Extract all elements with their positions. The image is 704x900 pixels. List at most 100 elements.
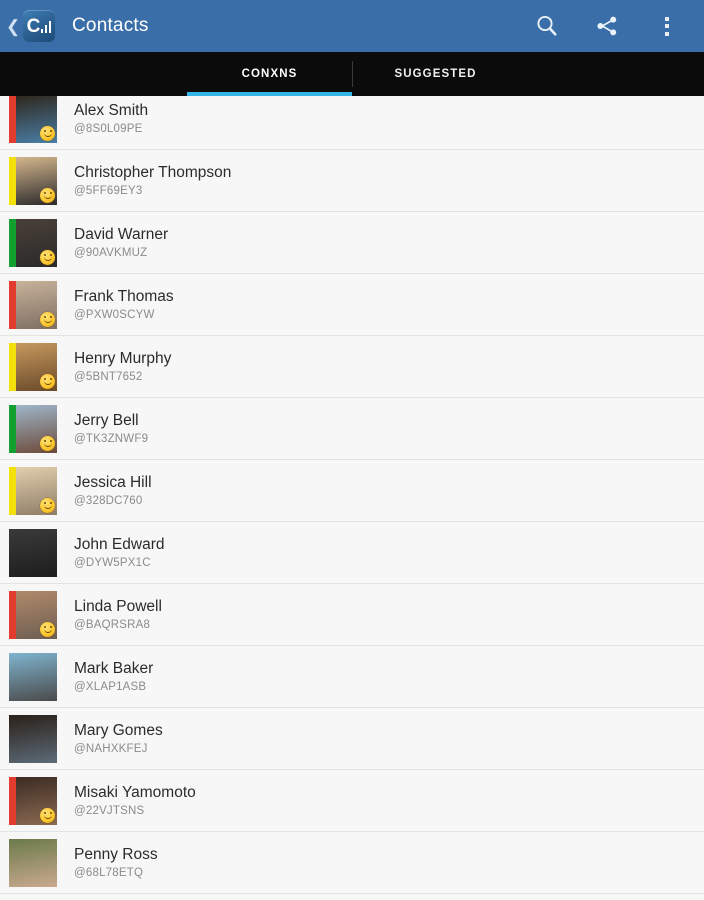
action-bar-actions: [532, 11, 682, 41]
contact-meta: Mary Gomes @NAHXKFEJ: [74, 722, 163, 756]
avatar: [9, 342, 57, 391]
contact-row[interactable]: Jessica Hill @328DC760: [0, 460, 704, 522]
share-icon: [597, 16, 617, 36]
contact-meta: Frank Thomas @PXW0SCYW: [74, 288, 174, 322]
avatar: [9, 528, 57, 577]
contact-name: Christopher Thompson: [74, 163, 232, 181]
contact-name: Linda Powell: [74, 597, 162, 615]
avatar-emoji-badge: [40, 373, 55, 389]
contact-meta: Henry Murphy @5BNT7652: [74, 350, 171, 384]
avatar: [9, 466, 57, 515]
avatar-emoji-badge: [40, 497, 55, 513]
contact-handle: @5FF69EY3: [74, 184, 143, 197]
avatar-status-stripe: [9, 404, 16, 453]
emoji-mouth: [43, 257, 52, 261]
avatar-emoji-badge: [40, 125, 55, 141]
contact-row[interactable]: Henry Murphy @5BNT7652: [0, 336, 704, 398]
contact-name: Alex Smith: [74, 101, 149, 119]
action-bar: ❮ C Contacts: [0, 0, 704, 52]
tab-suggested-label: SUGGESTED: [394, 68, 477, 80]
contact-row[interactable]: Penny Ross @68L78ETQ: [0, 832, 704, 894]
contact-name: Misaki Yamomoto: [74, 783, 196, 801]
contact-meta: David Warner @90AVKMUZ: [74, 226, 168, 260]
contact-meta: Alex Smith @8S0L09PE: [74, 102, 148, 136]
contact-handle: @BAQRSRA8: [74, 618, 151, 631]
contact-row[interactable]: Christopher Thompson @5FF69EY3: [0, 150, 704, 212]
tab-bar-lead-spacer: [0, 52, 187, 96]
contact-handle: @XLAP1ASB: [74, 680, 147, 693]
avatar-photo: [9, 714, 57, 763]
contact-row[interactable]: Linda Powell @BAQRSRA8: [0, 584, 704, 646]
contact-row[interactable]: Frank Thomas @PXW0SCYW: [0, 274, 704, 336]
avatar-status-stripe: [9, 280, 16, 329]
avatar: [9, 714, 57, 763]
contact-handle: @NAHXKFEJ: [74, 742, 148, 755]
contact-name: Penny Ross: [74, 845, 158, 863]
avatar: [9, 156, 57, 205]
contact-handle: @68L78ETQ: [74, 866, 144, 879]
emoji-mouth: [43, 505, 52, 509]
contact-row[interactable]: Mark Baker @XLAP1ASB: [0, 646, 704, 708]
avatar-emoji-badge: [40, 249, 55, 265]
avatar-photo: [9, 528, 57, 577]
contact-row[interactable]: David Warner @90AVKMUZ: [0, 212, 704, 274]
contact-name: Jessica Hill: [74, 473, 152, 491]
contact-handle: @TK3ZNWF9: [74, 432, 149, 445]
page-title: Contacts: [72, 15, 149, 36]
contact-meta: Linda Powell @BAQRSRA8: [74, 598, 162, 632]
search-button[interactable]: [532, 11, 562, 41]
avatar-emoji-badge: [40, 311, 55, 327]
contact-handle: @328DC760: [74, 494, 143, 507]
contact-handle: @PXW0SCYW: [74, 308, 155, 321]
contact-handle: @8S0L09PE: [74, 122, 143, 135]
avatar-emoji-badge: [40, 621, 55, 637]
contact-name: Mark Baker: [74, 659, 154, 677]
avatar: [9, 838, 57, 887]
more-vertical-icon: [665, 16, 669, 36]
contact-row[interactable]: Misaki Yamomoto @22VJTSNS: [0, 770, 704, 832]
contact-name: Henry Murphy: [74, 349, 172, 367]
contact-row[interactable]: Jerry Bell @TK3ZNWF9: [0, 398, 704, 460]
app-icon-letter: C: [26, 15, 41, 37]
contact-name: Jerry Bell: [74, 411, 139, 429]
contact-row[interactable]: John Edward @DYW5PX1C: [0, 522, 704, 584]
avatar-photo: [9, 838, 57, 887]
back-chevron-icon[interactable]: ❮: [6, 18, 20, 35]
avatar-status-stripe: [9, 590, 16, 639]
tab-suggested[interactable]: SUGGESTED: [353, 52, 518, 96]
avatar: [9, 652, 57, 701]
avatar: [9, 590, 57, 639]
avatar-status-stripe: [9, 342, 16, 391]
emoji-mouth: [43, 195, 52, 199]
avatar-emoji-badge: [40, 435, 55, 451]
avatar-status-stripe: [9, 156, 16, 205]
contact-handle: @5BNT7652: [74, 370, 143, 383]
contact-row[interactable]: Alex Smith @8S0L09PE: [0, 96, 704, 150]
contact-name: Mary Gomes: [74, 721, 163, 739]
contact-meta: Misaki Yamomoto @22VJTSNS: [74, 784, 196, 818]
avatar-emoji-badge: [40, 187, 55, 203]
contact-handle: @90AVKMUZ: [74, 246, 148, 259]
contact-meta: John Edward @DYW5PX1C: [74, 536, 164, 570]
emoji-mouth: [43, 381, 52, 385]
avatar: [9, 404, 57, 453]
overflow-menu-button[interactable]: [652, 11, 682, 41]
avatar: [9, 218, 57, 267]
share-button[interactable]: [592, 11, 622, 41]
tab-conxns[interactable]: CONXNS: [187, 52, 352, 96]
contact-list[interactable]: Alex Smith @8S0L09PE Christopher Thompson @…: [0, 96, 704, 900]
contact-meta: Penny Ross @68L78ETQ: [74, 846, 158, 880]
avatar: [9, 776, 57, 825]
app-icon[interactable]: C: [23, 10, 55, 42]
avatar-photo: [9, 652, 57, 701]
contact-handle: @DYW5PX1C: [74, 556, 151, 569]
contact-row[interactable]: Mary Gomes @NAHXKFEJ: [0, 708, 704, 770]
avatar: [9, 280, 57, 329]
tab-conxns-label: CONXNS: [241, 68, 298, 80]
emoji-mouth: [43, 443, 52, 447]
app-icon-bars: [40, 20, 52, 33]
avatar-status-stripe: [9, 466, 16, 515]
emoji-mouth: [43, 133, 52, 137]
avatar-status-stripe: [9, 776, 16, 825]
emoji-mouth: [43, 319, 52, 323]
